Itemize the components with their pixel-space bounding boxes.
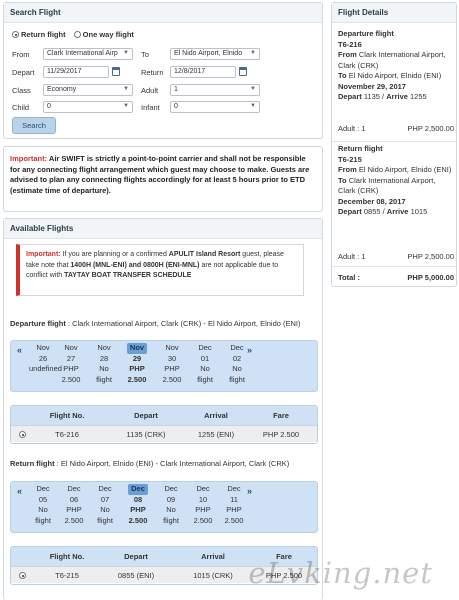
departure-price-row: Adult : 1 PHP 2,500.00 [338, 124, 454, 133]
depart-date-input[interactable]: 11/29/2017 [43, 66, 109, 78]
infant-select[interactable]: 0 ▼ [170, 101, 260, 113]
return-price-row: Adult : 1 PHP 2,500.00 [338, 252, 454, 261]
return-day-selector: « » Dec 05 No flight Dec 06 PHP 2.500 Dec 07 No f… [10, 481, 318, 533]
return-details: Return flight T6-215 From El Nido Airpor… [338, 144, 452, 216]
calendar-icon[interactable] [112, 67, 120, 76]
prev-days-icon[interactable]: « [17, 486, 22, 496]
available-flights-panel: Available Flights Important: If you are … [3, 218, 323, 600]
child-select[interactable]: 0 ▼ [43, 101, 133, 113]
departure-details: Departure flight T6-216 From Clark Inter… [338, 29, 446, 101]
day-option[interactable]: Nov 26 undefined [29, 343, 62, 375]
day-option[interactable]: Dec 06 PHP 2.500 [60, 484, 88, 526]
day-option[interactable]: Nov 27 PHP 2.500 [57, 343, 85, 385]
departure-flights-table: Flight No. Depart Arrival Fare T6-216 11… [10, 405, 318, 444]
radio-selected-icon[interactable] [12, 31, 19, 38]
day-option[interactable]: Dec 09 No flight [157, 484, 185, 526]
one-way-flight-option[interactable]: One way flight [73, 30, 134, 39]
infant-label: Infant [141, 103, 160, 112]
return-route: Return flight : El Nido Airport, Elnido … [10, 459, 290, 468]
day-option[interactable]: Dec 10 PHP 2.500 [189, 484, 217, 526]
to-select[interactable]: El Nido Airport, Elnido ▼ [170, 48, 260, 60]
from-label: From [12, 50, 30, 59]
watermark-logo: eLvking.net [248, 556, 433, 590]
search-button[interactable]: Search [12, 117, 56, 134]
chevron-down-icon: ▼ [123, 50, 129, 56]
table-header: Flight No. Depart Arrival Fare [11, 406, 317, 425]
divider [332, 141, 456, 142]
radio-selected-icon[interactable] [19, 572, 26, 579]
day-option-selected[interactable]: Nov 29 PHP 2.500 [123, 343, 151, 385]
calendar-icon[interactable] [239, 67, 247, 76]
depart-label: Depart [12, 68, 35, 77]
flight-details-panel: Flight Details Departure flight T6-216 F… [331, 2, 457, 287]
trip-type-options: Return flight One way flight [12, 30, 134, 39]
from-select[interactable]: Clark International Airp ▼ [43, 48, 133, 60]
radio-icon[interactable] [73, 31, 81, 38]
child-label: Child [12, 103, 30, 112]
day-option[interactable]: Dec 05 No flight [29, 484, 57, 526]
prev-days-icon[interactable]: « [17, 345, 22, 355]
table-row[interactable]: T6-216 1135 (CRK) 1255 (ENI) PHP 2.500 [11, 425, 317, 442]
adult-label: Adult [141, 86, 159, 95]
chevron-down-icon: ▼ [250, 103, 256, 109]
flight-details-title: Flight Details [332, 3, 456, 23]
chevron-down-icon: ▼ [123, 86, 129, 92]
search-flight-title: Search Flight [4, 3, 322, 23]
day-option[interactable]: Dec 11 PHP 2.500 [220, 484, 248, 526]
available-flights-title: Available Flights [4, 219, 322, 239]
important-label: Important: [10, 154, 48, 163]
class-select[interactable]: Economy ▼ [43, 84, 133, 96]
chevron-down-icon: ▼ [250, 50, 256, 56]
radio-selected-icon[interactable] [19, 431, 26, 438]
to-label: To [141, 50, 149, 59]
day-option[interactable]: Dec 01 No flight [191, 343, 219, 385]
adult-select[interactable]: 1 ▼ [170, 84, 260, 96]
chevron-down-icon: ▼ [250, 86, 256, 92]
return-label: Return [141, 68, 164, 77]
class-label: Class [12, 86, 31, 95]
departure-route: Departure flight : Clark International A… [10, 319, 301, 328]
day-option-selected[interactable]: Dec 08 PHP 2.500 [124, 484, 152, 526]
divider [332, 266, 456, 267]
day-option[interactable]: Nov 30 PHP 2.500 [158, 343, 186, 385]
departure-day-selector: « » Nov 26 undefined Nov 27 PHP 2.500 Nov 28 No… [10, 340, 318, 392]
important-notice: Important: Air SWIFT is strictly a point… [3, 146, 323, 212]
return-date-input[interactable]: 12/8/2017 [170, 66, 236, 78]
day-option[interactable]: Dec 02 No flight [223, 343, 251, 385]
total-row: Total : PHP 5,000.00 [338, 273, 454, 282]
chevron-down-icon: ▼ [123, 103, 129, 109]
resort-notice: Important: If you are planning or a conf… [16, 244, 304, 296]
day-option[interactable]: Nov 28 No flight [90, 343, 118, 385]
return-flight-option[interactable]: Return flight [12, 30, 66, 39]
important-text: Air SWIFT is strictly a point-to-point c… [10, 154, 310, 195]
day-option[interactable]: Dec 07 No flight [91, 484, 119, 526]
search-flight-panel: Search Flight Return flight One way flig… [3, 2, 323, 139]
